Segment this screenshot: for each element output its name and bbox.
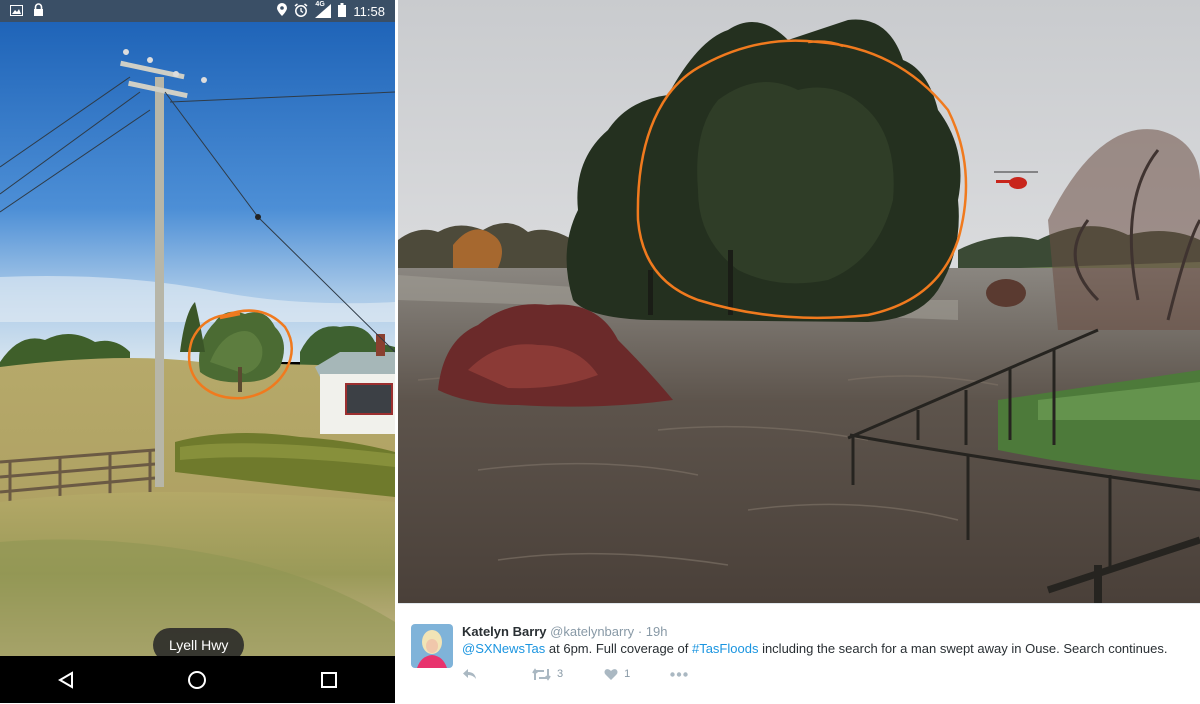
battery-icon [338, 2, 347, 20]
like-button[interactable]: 1 [604, 668, 630, 681]
tweet-text: @SXNewsTas at 6pm. Full coverage of #Tas… [462, 641, 1167, 656]
recents-button[interactable] [299, 660, 359, 700]
tweet-card[interactable]: Katelyn Barry @katelynbarry · 19h @SXNew… [398, 603, 1200, 704]
tweet-timestamp[interactable]: 19h [646, 624, 668, 639]
back-icon [57, 670, 73, 689]
retweet-button[interactable]: 3 [532, 667, 564, 681]
signal-icon: 4G [315, 1, 332, 18]
heart-icon [604, 668, 618, 680]
location-icon [277, 3, 288, 19]
like-count: 1 [624, 668, 631, 680]
retweet-count: 3 [557, 668, 564, 680]
network-type: 4G [315, 1, 325, 8]
avatar[interactable] [411, 624, 453, 668]
status-time: 11:58 [353, 3, 385, 19]
separator: · [637, 624, 643, 639]
hashtag-link[interactable]: #TasFloods [692, 641, 758, 656]
reply-icon [463, 669, 476, 679]
street-name-label[interactable]: Lyell Hwy [153, 628, 245, 656]
phone-screenshot: 4G 11:58 Lyell Hwy [0, 0, 395, 703]
flood-scene [398, 0, 1200, 603]
more-button[interactable] [670, 671, 688, 677]
tweet-actions: 3 1 [462, 664, 688, 684]
reply-button[interactable] [462, 668, 477, 680]
image-icon [10, 4, 23, 19]
author-handle[interactable]: @katelynbarry [550, 624, 634, 639]
street-view-scene [0, 22, 395, 656]
author-name[interactable]: Katelyn Barry [462, 624, 547, 639]
back-button[interactable] [36, 660, 96, 700]
lock-icon [33, 3, 44, 19]
android-nav-bar [0, 656, 395, 703]
home-icon [188, 670, 207, 689]
tweet-text-part-2: including the search for a man swept awa… [758, 641, 1168, 656]
mention-link[interactable]: @SXNewsTas [462, 641, 545, 656]
alarm-icon [294, 2, 308, 20]
more-icon [670, 671, 688, 677]
tweet-header: Katelyn Barry @katelynbarry · 19h [462, 624, 667, 639]
flood-photo[interactable] [398, 0, 1200, 603]
tweet-text-part-1: at 6pm. Full coverage of [545, 641, 692, 656]
home-button[interactable] [167, 660, 227, 700]
avatar-image [411, 624, 453, 668]
recents-icon [321, 671, 338, 688]
retweet-icon [532, 667, 551, 681]
status-bar: 4G 11:58 [0, 0, 395, 22]
street-view-image[interactable]: Lyell Hwy [0, 22, 395, 656]
